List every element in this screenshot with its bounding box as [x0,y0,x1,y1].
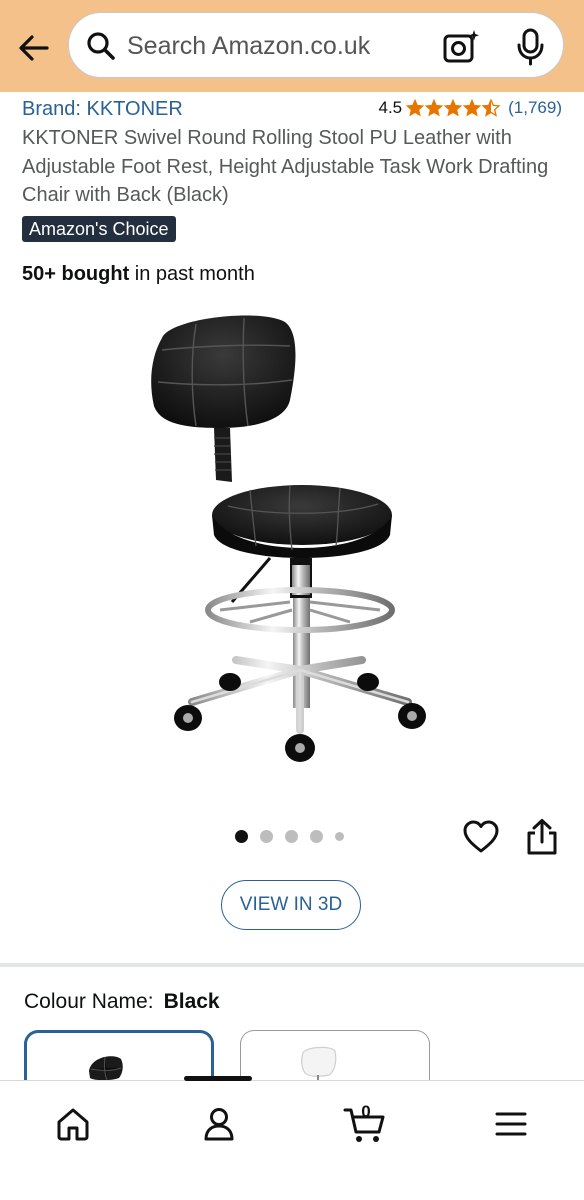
review-count-link[interactable]: (1,769) [508,98,562,118]
top-bar [0,0,584,92]
heart-icon[interactable] [462,818,500,856]
carousel-dot[interactable] [285,830,298,843]
amazons-choice-badge: Amazon's Choice [22,216,176,242]
search-bar[interactable] [68,12,564,78]
selected-colour-value: Black [163,990,220,1013]
search-input[interactable] [127,27,427,65]
section-divider [0,963,584,967]
carousel-dot[interactable] [310,830,323,843]
search-icon [87,32,115,60]
nav-account[interactable] [194,1099,244,1149]
star-rating-icon [406,99,502,117]
product-image[interactable] [140,310,450,780]
carousel-dot-active[interactable] [235,830,248,843]
image-carousel-dots[interactable] [235,830,344,843]
brand-link[interactable]: Brand: KKTONER [22,98,183,121]
cart-item-count: 0 [361,1102,371,1121]
rating-summary[interactable]: 4.5 (1,769) [378,98,562,118]
account-icon [204,1108,234,1141]
microphone-icon[interactable] [513,27,549,67]
colour-name-label: Colour Name: Black [24,990,220,1014]
purchase-count: 50+ bought in past month [22,263,255,286]
product-title: KKTONER Swivel Round Rolling Stool PU Le… [22,127,549,206]
carousel-dot[interactable] [260,830,273,843]
rating-value: 4.5 [378,98,403,117]
bottom-navigation: 0 [0,1076,584,1200]
share-icon[interactable] [524,818,560,856]
colour-label-text: Colour Name: [24,990,154,1013]
active-tab-indicator [184,1076,252,1081]
nav-cart[interactable]: 0 [340,1099,390,1149]
menu-icon [495,1112,527,1136]
back-arrow-icon [19,35,49,61]
home-icon [57,1108,89,1141]
nav-home[interactable] [48,1099,98,1149]
purchase-count-bold: 50+ bought [22,263,130,285]
camera-search-icon[interactable] [441,27,481,67]
back-button[interactable] [14,28,54,68]
purchase-count-rest: in past month [129,263,255,285]
nav-menu[interactable] [486,1099,536,1149]
view-in-3d-button[interactable]: VIEW IN 3D [221,880,361,930]
carousel-dot[interactable] [335,832,344,841]
